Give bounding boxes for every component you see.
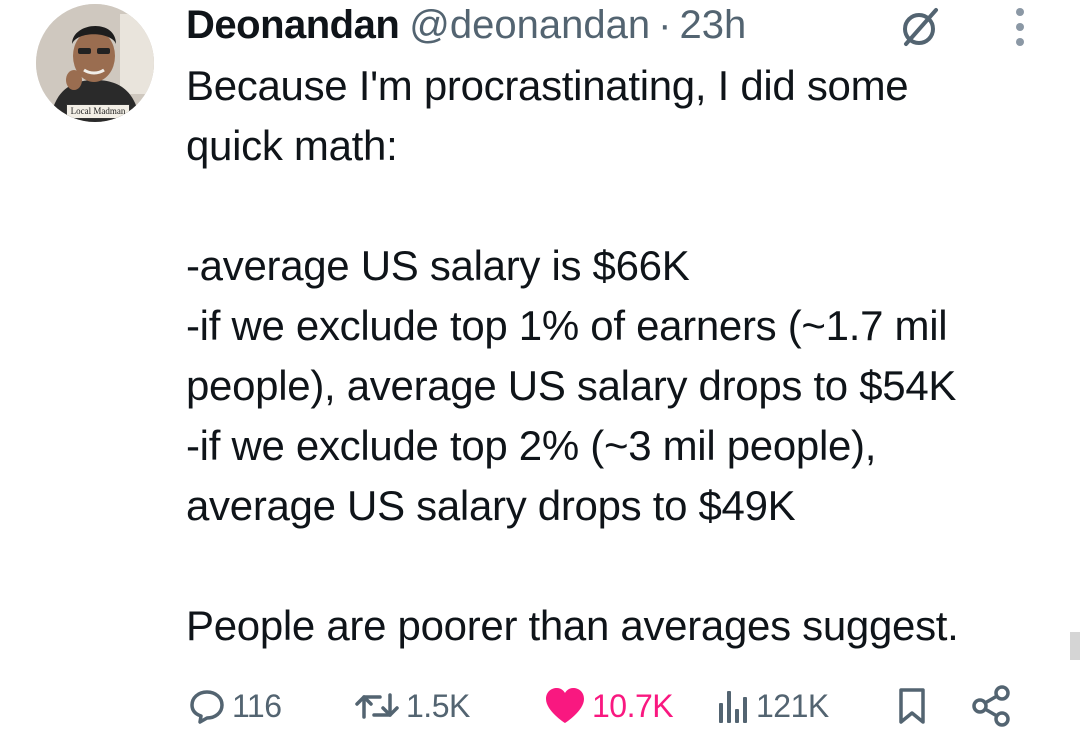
like-button[interactable]: 10.7K	[544, 683, 674, 729]
bookmark-icon	[899, 688, 925, 724]
tweet-text: Because I'm procrastinating, I did some …	[186, 56, 1046, 656]
reply-icon	[190, 690, 224, 724]
tweet-text-line: -average US salary is $66K	[186, 242, 690, 289]
tweet-text-line: Because I'm procrastinating, I did some	[186, 62, 909, 109]
user-handle[interactable]: @deonandan	[409, 3, 650, 48]
tweet-text-line: -if we exclude top 2% (~3 mil people),	[186, 422, 877, 469]
reply-count: 116	[232, 687, 282, 724]
tweet-text-line: People are poorer than averages suggest.	[186, 602, 959, 649]
retweet-icon	[355, 693, 399, 719]
share-icon	[972, 685, 1010, 727]
reply-button[interactable]: 116	[188, 683, 282, 729]
header-separator: ·	[658, 2, 672, 47]
repost-count: 1.5K	[406, 687, 470, 724]
views-count: 121K	[756, 687, 829, 724]
tweet-text-line: -if we exclude top 1% of earners (~1.7 m…	[186, 302, 948, 349]
scrollbar[interactable]	[1070, 632, 1080, 660]
tweet-text-line: quick math:	[186, 122, 398, 169]
display-name[interactable]: Deonandan	[186, 3, 400, 48]
tweet-header: Deonandan @deonandan · 23h	[186, 0, 746, 50]
like-count: 10.7K	[592, 687, 674, 724]
heart-icon	[546, 688, 584, 723]
share-button[interactable]	[971, 683, 1013, 729]
avatar-caption: Local Madman	[66, 104, 130, 119]
avatar[interactable]: Local Madman	[36, 4, 154, 122]
action-bar: 116 1.5K 10.7K 121K	[186, 683, 1036, 729]
timestamp[interactable]: 23h	[679, 3, 746, 48]
tweet-text-line: average US salary drops to $49K	[186, 482, 796, 529]
grok-icon[interactable]	[900, 6, 942, 48]
repost-button[interactable]: 1.5K	[354, 683, 470, 729]
views-button[interactable]: 121K	[716, 683, 829, 729]
tweet-text-line: people), average US salary drops to $54K	[186, 362, 957, 409]
views-icon	[719, 691, 747, 723]
tweet[interactable]: Local Madman Deonandan @deonandan · 23h …	[0, 0, 1080, 739]
more-icon[interactable]	[1010, 4, 1030, 50]
bookmark-button[interactable]	[896, 683, 928, 729]
